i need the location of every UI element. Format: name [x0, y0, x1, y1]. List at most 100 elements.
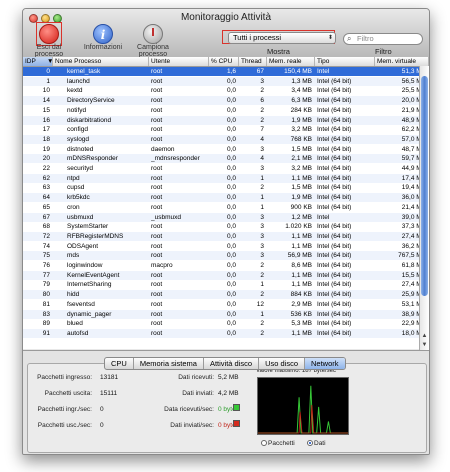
table-row[interactable]: 89 blued root 0,0 2 5,3 MB Intel (64 bit) 22,9 …	[23, 319, 419, 328]
table-row[interactable]: 19 distnoted daemon 0,0 3 1,5 MB Intel (64 bit…	[23, 145, 419, 154]
table-row[interactable]: 68 SystemStarter root 0,0 3 1.020 KB Intel (64…	[23, 222, 419, 231]
table-row[interactable]: 18 syslogd root 0,0 4 768 KB Intel (64 bit) 57,…	[23, 134, 419, 144]
table-cell: root	[151, 68, 163, 75]
table-row[interactable]: 16 diskarbitrationd root 0,0 2 1,9 MB Intel (6…	[23, 115, 419, 125]
table-row[interactable]: 22 securityd root 0,0 3 3,2 MB Intel (64 bit) 4…	[23, 164, 419, 173]
table-row[interactable]: 64 krb5kdc root 0,0 1 1,9 MB Intel (64 bit) 36,…	[23, 193, 419, 203]
table-cell: 3	[260, 242, 264, 250]
tab-cpu[interactable]: CPU	[105, 358, 134, 369]
table-row[interactable]: 75 mds root 0,0 3 56,9 MB Intel (64 bit) 767,5 …	[23, 251, 419, 261]
table-cell: Intel (64 bit)	[317, 135, 352, 143]
table-row[interactable]: 79 InternetSharing root 0,0 1 1,1 MB Intel (64…	[23, 280, 419, 289]
table-cell: 79	[42, 281, 50, 289]
table-cell: 3	[260, 252, 264, 260]
table-cell: 5,3 MB	[291, 320, 312, 328]
scrollbar-thumb[interactable]	[421, 76, 428, 296]
network-panel: Pacchetti ingresso: 13181 Pacchetti usci…	[27, 363, 427, 453]
table-row[interactable]: 83 dynamic_pager root 0,0 1 536 KB Intel (64 b…	[23, 309, 419, 319]
process-filter-select[interactable]: Tutti i processi ⬍	[228, 32, 336, 44]
column-header[interactable]: Utente	[149, 57, 209, 66]
column-header[interactable]: Nome Processo	[53, 57, 149, 66]
scroll-arrows[interactable]: ▲ ▼	[420, 332, 429, 350]
table-cell: autofsd	[67, 329, 89, 337]
column-header[interactable]: % CPU	[209, 57, 239, 66]
tab-uso-disco[interactable]: Uso disco	[259, 358, 305, 369]
table-cell: Intel (64 bit)	[317, 252, 352, 260]
table-cell: 67	[42, 213, 50, 221]
table-row[interactable]	[23, 339, 419, 348]
data-radio[interactable]: Dati	[307, 440, 326, 447]
table-row[interactable]: 81 fseventsd root 0,0 12 2,9 MB Intel (64 bit)…	[23, 300, 419, 309]
tab-network[interactable]: Network	[305, 358, 345, 369]
tab-memoria-sistema[interactable]: Memoria sistema	[134, 358, 204, 369]
table-row[interactable]: 74 ODSAgent root 0,0 3 1,1 MB Intel (64 bit) 36…	[23, 242, 419, 251]
table-cell: 17	[42, 126, 50, 134]
table-cell: 150,4 MB	[284, 68, 312, 75]
table-cell: 0,0	[226, 291, 236, 299]
table-row[interactable]: 17 configd root 0,0 7 3,2 MB Intel (64 bit) 62,…	[23, 125, 419, 134]
process-table[interactable]: 0kernel_taskroot1,667150,4 MBIntel51,3 M…	[23, 67, 419, 349]
table-cell: mds	[67, 252, 80, 260]
table-cell: dynamic_pager	[67, 310, 112, 318]
received-color-swatch[interactable]	[233, 404, 240, 411]
table-row[interactable]: 14 DirectoryService root 0,0 6 6,3 MB Intel (6…	[23, 96, 419, 106]
table-cell: DirectoryService	[67, 97, 115, 105]
column-header[interactable]: Mem. virtuale	[375, 57, 429, 66]
sample-process-button[interactable]: Campiona processo	[125, 24, 181, 58]
table-row[interactable]: 15 notifyd root 0,0 2 284 KB Intel (64 bit) 21,…	[23, 106, 419, 115]
table-row[interactable]: 63 cupsd root 0,0 2 1,5 MB Intel (64 bit) 19,4 …	[23, 183, 419, 192]
table-cell: 27,4 MB	[401, 281, 419, 289]
table-row[interactable]: 1 launchd root 0,0 3 1,3 MB Intel (64 bit) 56,5…	[23, 76, 419, 86]
table-row[interactable]: 76 loginwindow macpro 0,0 2 8,6 MB Intel (64 b…	[23, 261, 419, 270]
table-cell: 77	[42, 271, 50, 279]
table-cell: cupsd	[67, 184, 85, 192]
table-row[interactable]: 67 usbmuxd _usbmuxd 0,0 3 1,2 MB Intel 39,0 MB	[23, 212, 419, 222]
table-cell: cron	[67, 203, 80, 211]
column-header[interactable]: Thread	[239, 57, 267, 66]
quit-process-button[interactable]: Esci dal processo	[25, 24, 73, 58]
sort-descending-icon[interactable]: ▼	[45, 57, 53, 66]
table-cell: 72	[42, 232, 50, 240]
table-row[interactable]: 62 ntpd root 0,0 1 1,1 MB Intel (64 bit) 17,4 M…	[23, 173, 419, 183]
table-cell: 21,4 MB	[401, 203, 419, 211]
inspect-process-button[interactable]: i Informazioni	[81, 24, 125, 51]
table-cell: Intel (64 bit)	[317, 116, 352, 124]
bottom-panel: Pacchetti ingresso: 13181 Pacchetti usci…	[23, 350, 429, 454]
table-cell: 59,7 MB	[401, 155, 419, 163]
column-header[interactable]: Mem. reale	[267, 57, 315, 66]
sent-color-swatch[interactable]	[233, 420, 240, 427]
packets-radio[interactable]: Pacchetti	[261, 440, 295, 447]
table-row[interactable]: 65 cron root 0,0 1 900 KB Intel (64 bit) 21,4 M…	[23, 203, 419, 212]
table-cell: ntpd	[67, 174, 80, 182]
table-row[interactable]: 0 kernel_task root 1,6 67 150,4 MB Intel 51,3 M…	[23, 67, 419, 76]
table-cell: 0,0	[226, 310, 236, 318]
table-cell: 68	[42, 223, 50, 231]
table-row[interactable]: 20 mDNSResponder _mdnsresponder 0,0 4 2,1 MB I…	[23, 154, 419, 164]
tab-attivit-disco[interactable]: Attività disco	[204, 358, 260, 369]
table-cell: 0	[46, 68, 50, 75]
table-cell: 1,1 MB	[291, 329, 312, 337]
table-cell: macpro	[151, 262, 173, 269]
table-cell: 37,3 MB	[401, 223, 419, 231]
table-row[interactable]: 10 kextd root 0,0 2 3,4 MB Intel (64 bit) 25,5 …	[23, 86, 419, 95]
network-graph	[257, 377, 349, 435]
table-cell: root	[151, 291, 163, 299]
table-cell: 19	[42, 145, 50, 153]
vertical-scrollbar[interactable]: ▲ ▼	[419, 66, 429, 350]
table-row[interactable]: 80 hidd root 0,0 2 884 KB Intel (64 bit) 25,9 M…	[23, 290, 419, 300]
table-cell	[377, 339, 419, 348]
table-cell: 0,0	[226, 203, 236, 211]
table-row[interactable]: 77 KernelEventAgent root 0,0 2 1,1 MB Intel (6…	[23, 270, 419, 280]
table-cell: Intel (64 bit)	[317, 97, 352, 105]
column-header[interactable]: Tipo	[315, 57, 375, 66]
table-cell: 44,9 MB	[401, 165, 419, 172]
table-cell: 0,0	[226, 232, 236, 240]
table-cell: 1.020 KB	[285, 223, 312, 231]
quit-process-label: Esci dal processo	[34, 44, 64, 58]
table-cell: 4	[260, 135, 264, 143]
search-input[interactable]: ⌕ Filtro	[343, 33, 423, 45]
table-cell: 0,0	[226, 281, 236, 289]
table-cell: 2	[260, 262, 264, 269]
table-row[interactable]: 91 autofsd root 0,0 2 1,1 MB Intel (64 bit) 18,…	[23, 328, 419, 338]
table-row[interactable]: 72 RFBRegisterMDNS root 0,0 3 1,1 MB Intel (64…	[23, 231, 419, 241]
